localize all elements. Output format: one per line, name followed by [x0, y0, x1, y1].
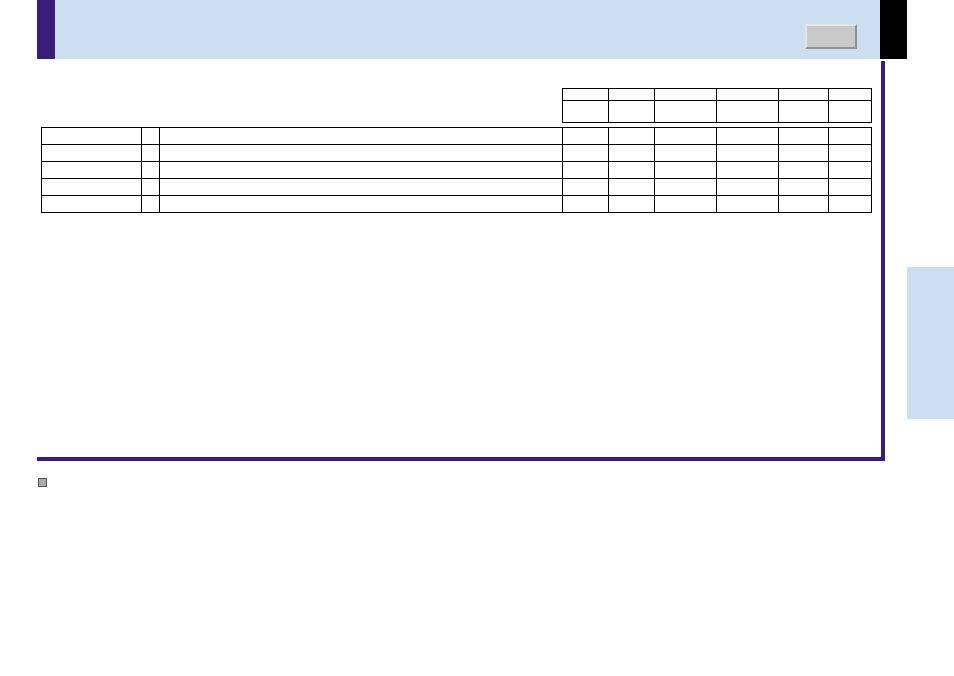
data-grid-cell	[654, 144, 717, 162]
content-border-corner	[881, 457, 885, 461]
data-grid-cell	[141, 161, 160, 179]
data-grid-cell	[716, 127, 779, 145]
data-grid-cell	[778, 178, 829, 196]
header-grid-cell	[828, 100, 872, 123]
content-border-bottom	[37, 457, 885, 461]
tag-icon	[501, 508, 529, 527]
header-accent-left	[37, 0, 55, 59]
data-grid-cell	[41, 178, 142, 196]
header-button[interactable]	[805, 24, 857, 49]
data-grid-cell	[41, 161, 142, 179]
data-grid-cell	[654, 161, 717, 179]
data-grid-cell	[828, 178, 872, 196]
data-grid-cell	[159, 161, 563, 179]
data-grid-cell	[562, 144, 609, 162]
data-grid-cell	[778, 161, 829, 179]
data-grid-cell	[608, 195, 655, 213]
header-grid-cell	[716, 100, 779, 123]
data-grid-cell	[716, 161, 779, 179]
header-grid-cell	[608, 100, 655, 123]
data-grid-cell	[141, 195, 160, 213]
data-grid-cell	[716, 178, 779, 196]
data-grid-cell	[562, 195, 609, 213]
data-grid-cell	[562, 161, 609, 179]
data-grid-cell	[41, 144, 142, 162]
data-grid-cell	[159, 144, 563, 162]
data-grid-cell	[778, 195, 829, 213]
data-grid-cell	[716, 195, 779, 213]
data-grid-cell	[159, 127, 563, 145]
data-grid-cell	[828, 127, 872, 145]
data-grid-cell	[654, 178, 717, 196]
data-grid-cell	[828, 195, 872, 213]
header-grid-cell	[562, 100, 609, 123]
data-grid-cell	[828, 161, 872, 179]
side-tab[interactable]	[907, 267, 954, 419]
data-grid-cell	[41, 195, 142, 213]
data-grid-cell	[828, 144, 872, 162]
header-banner	[37, 0, 907, 59]
data-grid-cell	[141, 178, 160, 196]
data-grid-cell	[159, 178, 563, 196]
header-accent-right	[880, 0, 907, 59]
data-grid-cell	[562, 127, 609, 145]
header-grid-cell	[778, 100, 829, 123]
data-grid-cell	[654, 127, 717, 145]
content-border-right	[881, 61, 885, 461]
data-grid-cell	[654, 195, 717, 213]
data-grid-cell	[778, 127, 829, 145]
data-grid-cell	[778, 144, 829, 162]
data-grid-cell	[159, 195, 563, 213]
data-grid-cell	[608, 127, 655, 145]
data-grid-cell	[608, 178, 655, 196]
data-grid-cell	[141, 127, 160, 145]
data-grid-cell	[41, 127, 142, 145]
data-grid-cell	[141, 144, 160, 162]
data-grid-cell	[716, 144, 779, 162]
footnote-marker	[38, 478, 47, 487]
data-grid-cell	[562, 178, 609, 196]
header-grid-cell	[654, 100, 717, 123]
tag-icon	[262, 84, 288, 102]
data-grid-cell	[608, 161, 655, 179]
data-grid-cell	[608, 144, 655, 162]
